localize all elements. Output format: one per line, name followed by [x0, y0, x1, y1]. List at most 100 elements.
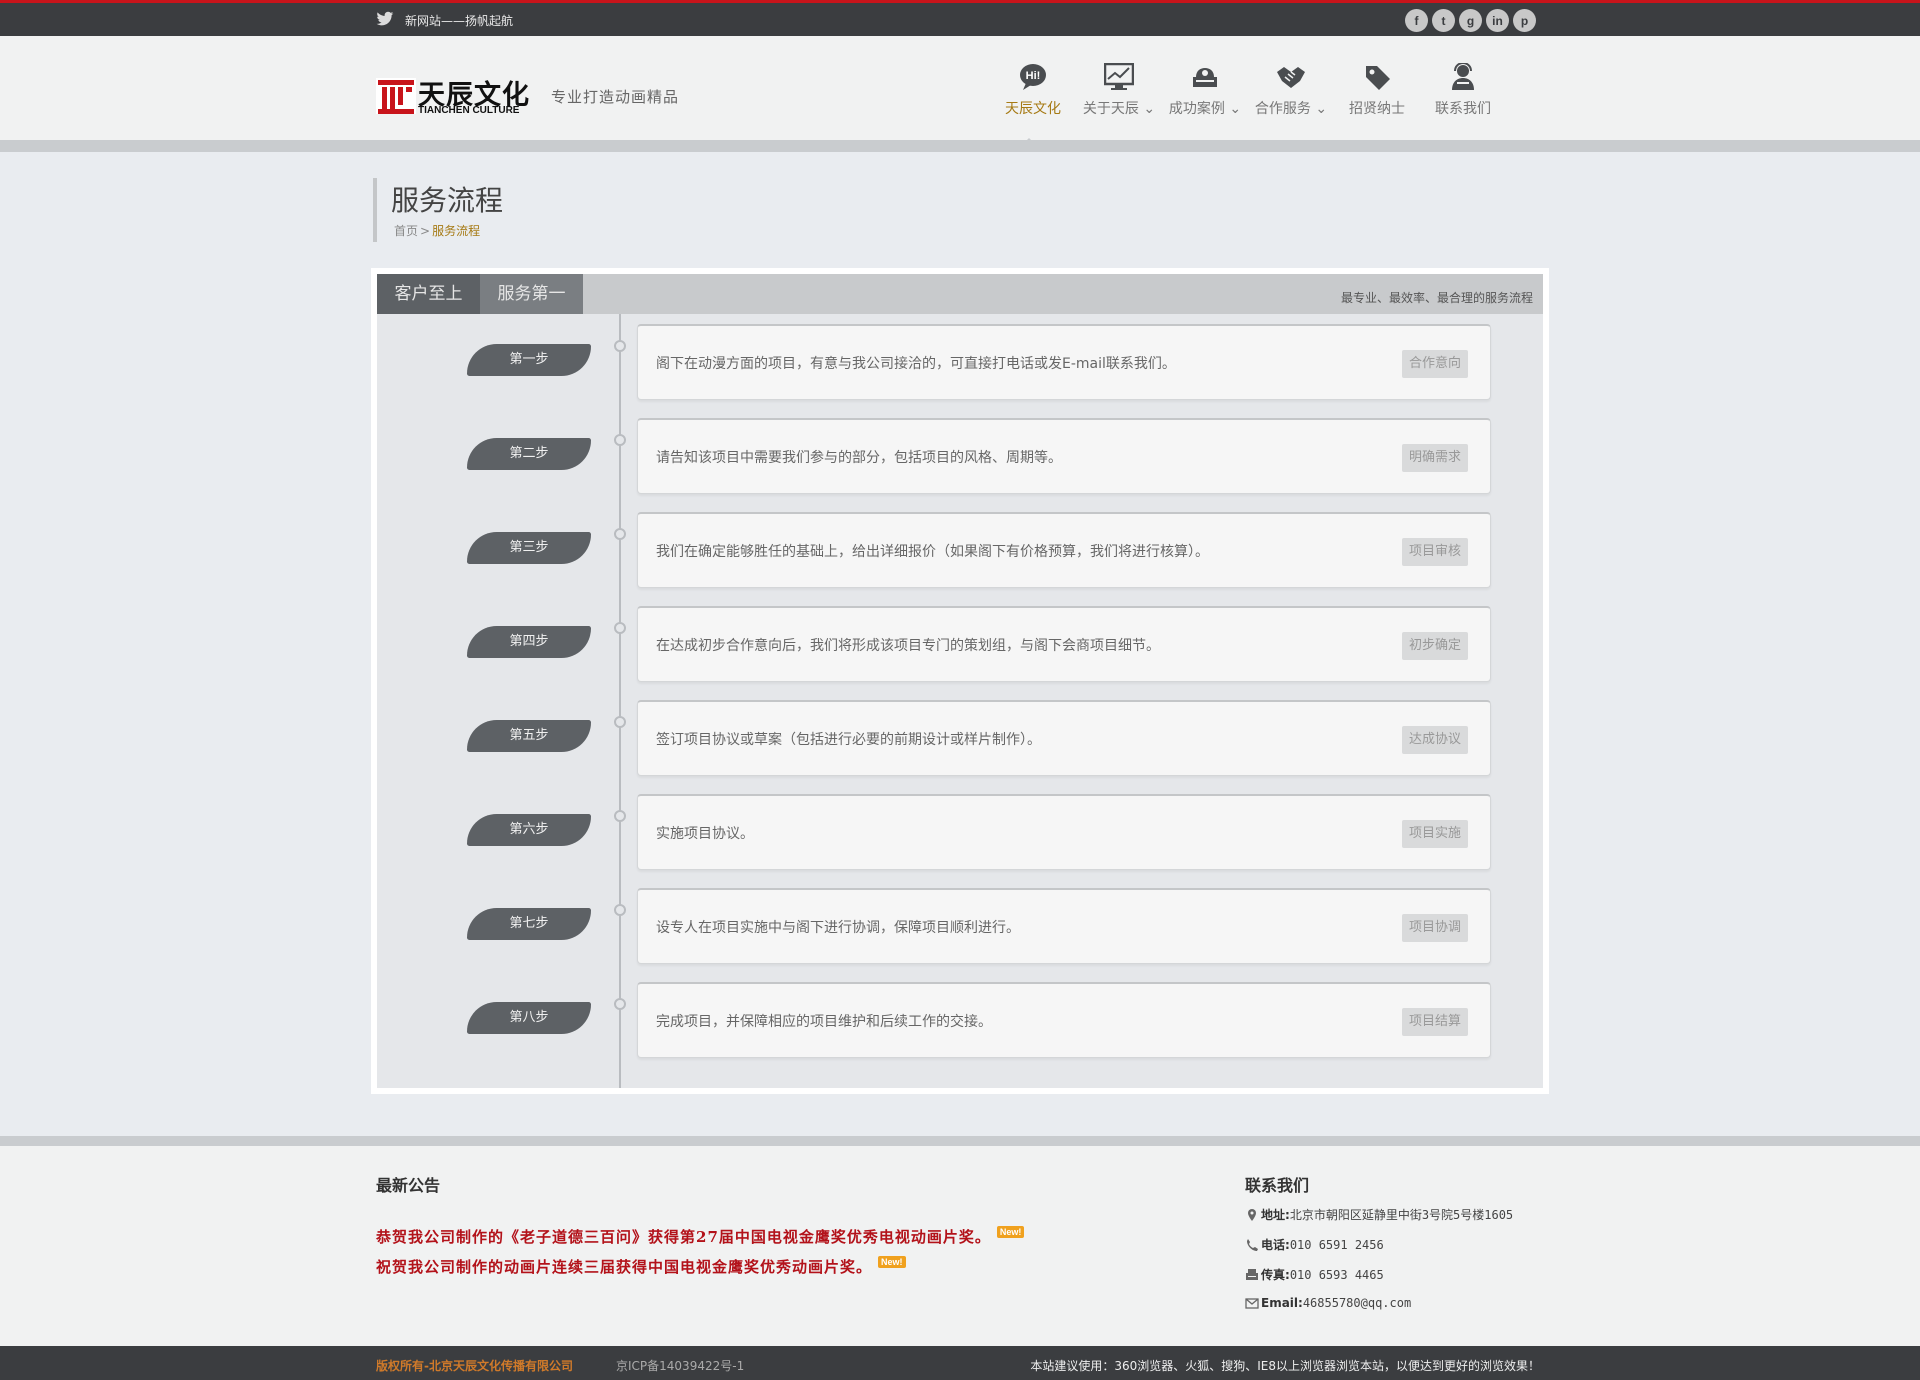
nav-item-home[interactable]: Hi! 天辰文化 — [990, 58, 1076, 138]
linkedin-icon[interactable]: in — [1486, 9, 1509, 32]
cases-icon — [1193, 68, 1217, 87]
timeline-dot — [614, 810, 626, 822]
breadcrumb-home[interactable]: 首页 — [394, 224, 418, 238]
page-title-block: 服务流程 首页 > 服务流程 — [373, 178, 503, 242]
step-description: 在达成初步合作意向后，我们将形成该项目专门的策划组，与阁下会商项目细节。 — [656, 638, 1160, 654]
step-description: 设专人在项目实施中与阁下进行协调，保障项目顺利进行。 — [656, 920, 1020, 936]
announcement-text: 新网站——扬帆起航 — [405, 14, 514, 28]
location-pin-icon — [1248, 1208, 1256, 1221]
hi-bubble-icon: Hi! — [1020, 64, 1046, 90]
step-label: 第五步 — [467, 720, 591, 752]
step-tag[interactable]: 项目协调 — [1402, 914, 1468, 942]
step-description: 完成项目，并保障相应的项目维护和后续工作的交接。 — [656, 1014, 992, 1030]
step-label: 第八步 — [467, 1002, 591, 1034]
main-nav: Hi! 天辰文化 关于天辰 ⌄ 成功案例 ⌄ 合作服务 ⌄ 招贤纳士 联系我们 — [990, 58, 1506, 138]
step-label: 第七步 — [467, 908, 591, 940]
process-step: 第三步 我们在确定能够胜任的基础上，给出详细报价（如果阁下有价格预算，我们将进行核… — [377, 512, 1543, 588]
timeline-dot — [614, 998, 626, 1010]
nav-item-cases[interactable]: 成功案例 ⌄ — [1162, 58, 1248, 138]
step-tag[interactable]: 达成协议 — [1402, 726, 1468, 754]
step-card: 完成项目，并保障相应的项目维护和后续工作的交接。 项目结算 — [637, 982, 1491, 1058]
news-item[interactable]: 恭贺我公司制作的《老子道德三百问》获得第27届中国电视金鹰奖优秀电视动画片奖。 N… — [376, 1226, 1025, 1247]
nav-item-services[interactable]: 合作服务 ⌄ — [1248, 58, 1334, 138]
step-card: 设专人在项目实施中与阁下进行协调，保障项目顺利进行。 项目协调 — [637, 888, 1491, 964]
operator-icon — [1452, 63, 1474, 90]
phone-icon — [1247, 1238, 1258, 1251]
logo-mark-icon — [376, 78, 416, 114]
timeline-dot — [614, 340, 626, 352]
step-card: 阁下在动漫方面的项目，有意与我公司接洽的，可直接打电话或发E-mail联系我们。… — [637, 324, 1491, 400]
twitter-bird-icon — [376, 11, 394, 26]
breadcrumb-separator: > — [420, 224, 431, 238]
nav-item-contact[interactable]: 联系我们 — [1420, 58, 1506, 138]
pinterest-icon[interactable]: p — [1513, 9, 1536, 32]
twitter-icon[interactable]: t — [1432, 9, 1455, 32]
browser-hint: 本站建议使用：360浏览器、火狐、搜狗、IE8以上浏览器浏览本站，以便达到更好的… — [1030, 1359, 1540, 1373]
step-tag[interactable]: 项目实施 — [1402, 820, 1468, 848]
contact-phone: 电话: 010 6591 2456 — [1245, 1236, 1384, 1253]
step-description: 我们在确定能够胜任的基础上，给出详细报价（如果阁下有价格预算，我们将进行核算）。 — [656, 544, 1209, 560]
step-description: 签订项目协议或草案（包括进行必要的前期设计或样片制作）。 — [656, 732, 1041, 748]
timeline-dot — [614, 716, 626, 728]
step-tag[interactable]: 项目审核 — [1402, 538, 1468, 566]
svg-text:Hi!: Hi! — [1026, 70, 1041, 82]
site-logo[interactable]: 天辰文化 TIANCHEN CULTURE — [376, 76, 566, 118]
timeline-dot — [614, 904, 626, 916]
step-tag[interactable]: 项目结算 — [1402, 1008, 1468, 1036]
tab-customer-first[interactable]: 客户至上 — [377, 274, 480, 314]
news-item[interactable]: 祝贺我公司制作的动画片连续三届获得中国电视金鹰奖优秀动画片奖。 New! — [376, 1256, 906, 1277]
step-label: 第六步 — [467, 814, 591, 846]
timeline-dot — [614, 434, 626, 446]
logo-english: TIANCHEN CULTURE — [418, 105, 520, 116]
google-plus-icon[interactable]: g — [1459, 9, 1482, 32]
process-step: 第八步 完成项目，并保障相应的项目维护和后续工作的交接。 项目结算 — [377, 982, 1543, 1058]
step-tag[interactable]: 初步确定 — [1402, 632, 1468, 660]
step-description: 阁下在动漫方面的项目，有意与我公司接洽的，可直接打电话或发E-mail联系我们。 — [656, 356, 1176, 372]
step-card: 请告知该项目中需要我们参与的部分，包括项目的风格、周期等。 明确需求 — [637, 418, 1491, 494]
site-footer: 最新公告 恭贺我公司制作的《老子道德三百问》获得第27届中国电视金鹰奖优秀电视动… — [0, 1146, 1920, 1346]
nav-item-jobs[interactable]: 招贤纳士 — [1334, 58, 1420, 138]
process-step: 第六步 实施项目协议。 项目实施 — [377, 794, 1543, 870]
contact-address: 地址: 北京市朝阳区延静里中街3号院5号楼1605 — [1245, 1206, 1513, 1223]
breadcrumb: 首页 > 服务流程 — [394, 222, 480, 239]
process-step: 第七步 设专人在项目实施中与阁下进行协调，保障项目顺利进行。 项目协调 — [377, 888, 1543, 964]
process-step: 第五步 签订项目协议或草案（包括进行必要的前期设计或样片制作）。 达成协议 — [377, 700, 1543, 776]
social-links: f t g in p — [1405, 9, 1536, 32]
process-tab-bar: 客户至上 服务第一 最专业、最效率、最合理的服务流程 — [377, 274, 1543, 314]
step-card: 我们在确定能够胜任的基础上，给出详细报价（如果阁下有价格预算，我们将进行核算）。… — [637, 512, 1491, 588]
top-bar: 新网站——扬帆起航 f t g in p — [0, 0, 1920, 36]
facebook-icon[interactable]: f — [1405, 9, 1428, 32]
fax-icon — [1246, 1268, 1258, 1280]
news-heading: 最新公告 — [376, 1176, 441, 1195]
chart-monitor-icon — [1104, 63, 1134, 90]
step-description: 实施项目协议。 — [656, 826, 754, 842]
nav-item-about[interactable]: 关于天辰 ⌄ — [1076, 58, 1162, 138]
bottom-bar: 版权所有-北京天辰文化传播有限公司 京ICP备14039422号-1 本站建议使… — [0, 1346, 1920, 1380]
slogan: 专业打造动画精品 — [551, 88, 680, 106]
site-header: 天辰文化 TIANCHEN CULTURE 专业打造动画精品 Hi! 天辰文化 … — [0, 36, 1920, 152]
step-card: 签订项目协议或草案（包括进行必要的前期设计或样片制作）。 达成协议 — [637, 700, 1491, 776]
tab-service-first[interactable]: 服务第一 — [480, 274, 583, 314]
tag-icon — [1366, 66, 1390, 90]
contact-heading: 联系我们 — [1245, 1176, 1310, 1195]
contact-fax: 传真: 010 6593 4465 — [1245, 1266, 1384, 1283]
step-label: 第一步 — [467, 344, 591, 376]
handshake-icon — [1277, 67, 1305, 88]
process-step: 第二步 请告知该项目中需要我们参与的部分，包括项目的风格、周期等。 明确需求 — [377, 418, 1543, 494]
step-label: 第二步 — [467, 438, 591, 470]
step-tag[interactable]: 合作意向 — [1402, 350, 1468, 378]
step-description: 请告知该项目中需要我们参与的部分，包括项目的风格、周期等。 — [656, 450, 1062, 466]
page-title: 服务流程 — [391, 184, 504, 217]
step-card: 实施项目协议。 项目实施 — [637, 794, 1491, 870]
timeline-dot — [614, 528, 626, 540]
icp-license[interactable]: 京ICP备14039422号-1 — [616, 1357, 744, 1374]
step-tag[interactable]: 明确需求 — [1402, 444, 1468, 472]
footer-divider — [0, 1136, 1920, 1146]
new-badge: New! — [996, 1226, 1025, 1238]
process-hint: 最专业、最效率、最合理的服务流程 — [1340, 291, 1533, 305]
timeline-dot — [614, 622, 626, 634]
service-process-panel: 客户至上 服务第一 最专业、最效率、最合理的服务流程 第一步 阁下在动漫方面的项目… — [371, 268, 1549, 1094]
active-nav-indicator — [1020, 138, 1038, 147]
contact-email: Email: 46855780@qq.com — [1245, 1296, 1411, 1310]
copyright[interactable]: 版权所有-北京天辰文化传播有限公司 — [376, 1357, 573, 1374]
